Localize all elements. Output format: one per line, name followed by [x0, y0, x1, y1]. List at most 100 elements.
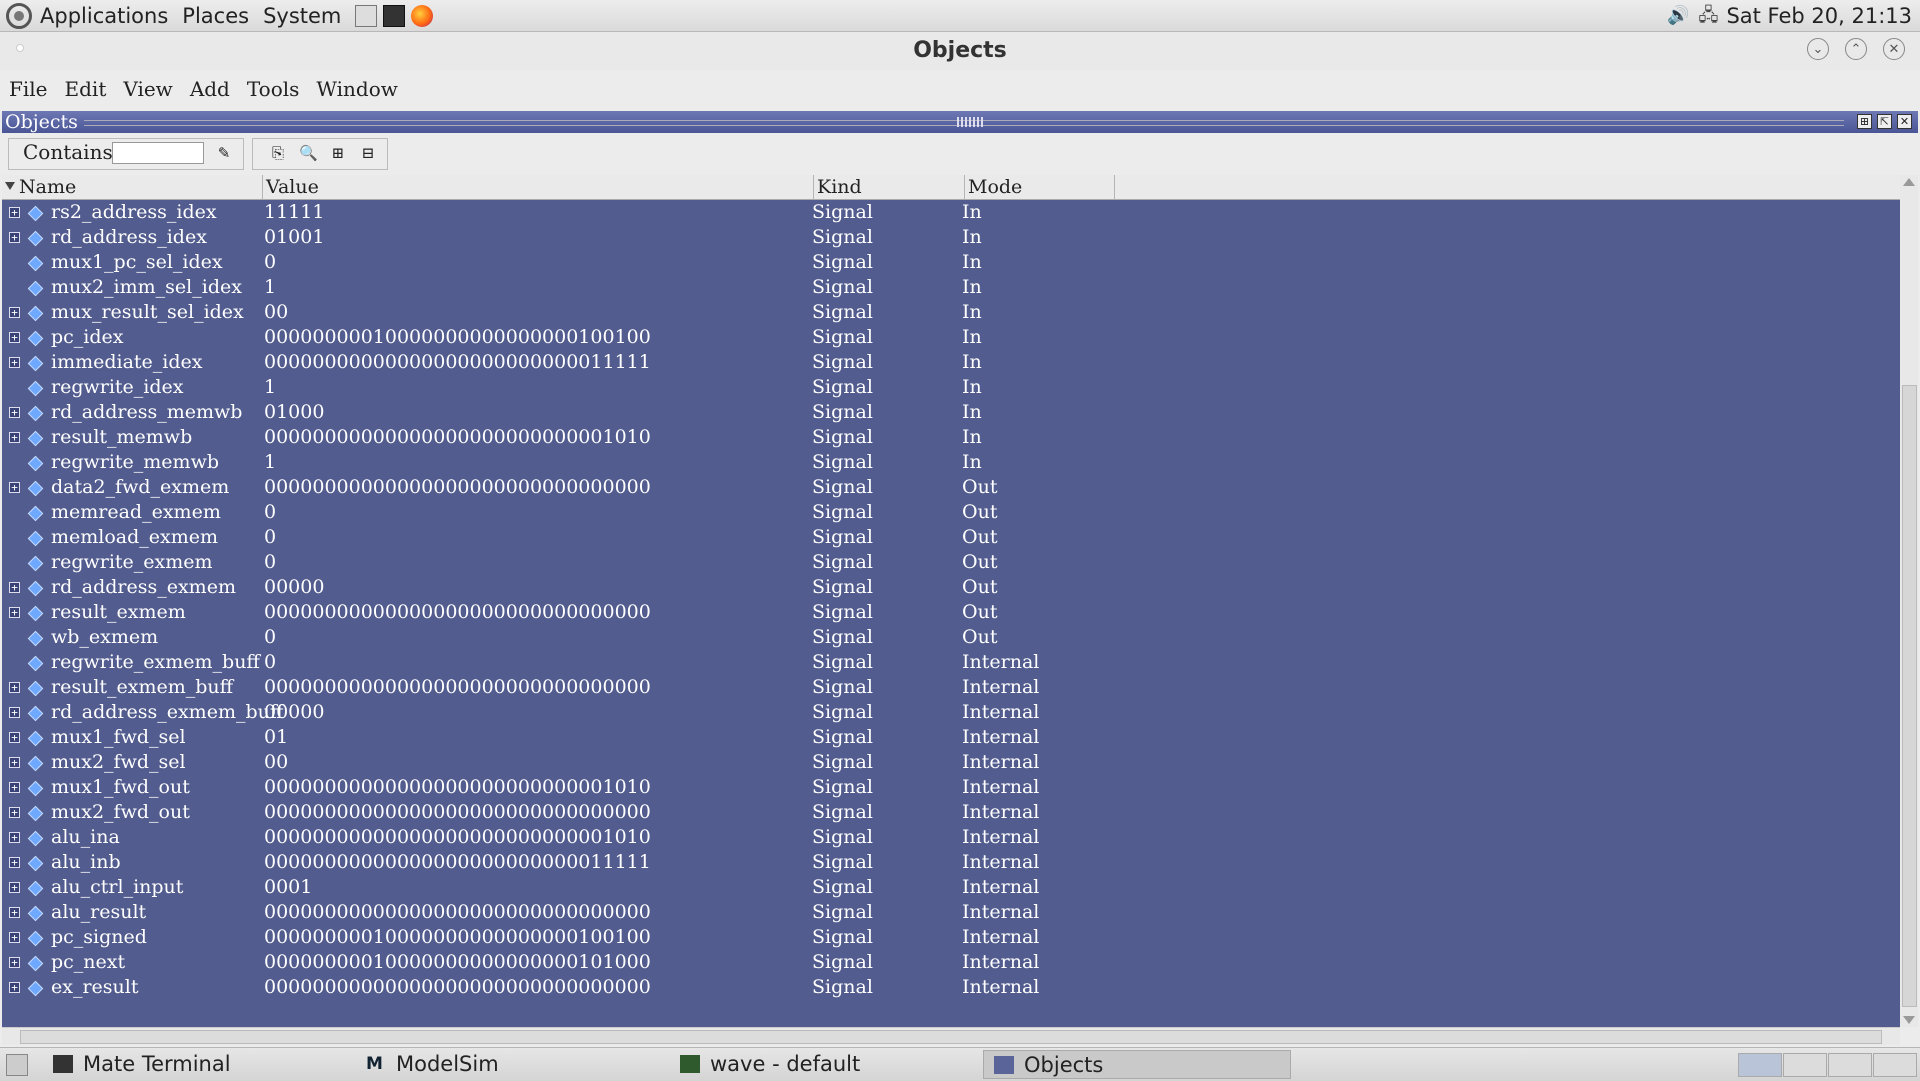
sort-arrow-icon[interactable]	[5, 182, 15, 190]
pane-drag-handle[interactable]	[957, 117, 983, 127]
minimize-button[interactable]: ⌄	[1807, 38, 1829, 60]
expand-icon[interactable]: +	[9, 482, 20, 493]
expand-icon[interactable]: +	[9, 407, 20, 418]
table-row[interactable]: + result_exmem 000000000000000000000000000…	[2, 600, 1900, 625]
menu-file[interactable]: File	[9, 77, 48, 101]
table-row[interactable]: mux2_imm_sel_idex 1 Signal In	[2, 275, 1900, 300]
expand-icon[interactable]: +	[9, 307, 20, 318]
places-menu[interactable]: Places	[182, 4, 249, 28]
menu-window[interactable]: Window	[316, 77, 397, 101]
table-row[interactable]: regwrite_idex 1 Signal In	[2, 375, 1900, 400]
mate-logo-icon[interactable]	[6, 2, 32, 29]
column-kind[interactable]: Kind	[814, 175, 965, 199]
task-wave-default[interactable]: wave - default	[670, 1050, 980, 1079]
vertical-scroll-thumb[interactable]	[1902, 385, 1917, 1007]
table-row[interactable]: + alu_inb 00000000000000000000000000011111…	[2, 850, 1900, 875]
menu-tools[interactable]: Tools	[247, 77, 300, 101]
find-icon[interactable]: 🔍	[299, 144, 318, 162]
copy-icon[interactable]: ⎘	[269, 144, 287, 162]
expand-icon[interactable]: +	[9, 207, 20, 218]
table-row[interactable]: regwrite_exmem_buff 0 Signal Internal	[2, 650, 1900, 675]
workspace-1[interactable]	[1738, 1053, 1782, 1077]
expand-icon[interactable]: +	[9, 782, 20, 793]
pane-dock-icon[interactable]: ⊞	[1857, 114, 1872, 129]
firefox-launcher-icon[interactable]	[411, 4, 434, 27]
network-icon[interactable]: 🖧	[1696, 5, 1720, 27]
table-row[interactable]: + mux2_fwd_sel 00 Signal Internal	[2, 750, 1900, 775]
expand-icon[interactable]: +	[9, 682, 20, 693]
menu-view[interactable]: View	[123, 77, 172, 101]
table-row[interactable]: regwrite_exmem 0 Signal Out	[2, 550, 1900, 575]
task-objects[interactable]: Objects	[983, 1050, 1291, 1079]
expand-icon[interactable]: +	[9, 832, 20, 843]
terminal-launcher-icon[interactable]	[383, 4, 406, 27]
table-row[interactable]: + rd_address_exmem 00000 Signal Out	[2, 575, 1900, 600]
menu-edit[interactable]: Edit	[65, 77, 107, 101]
expand-icon[interactable]: +	[9, 907, 20, 918]
table-row[interactable]: + mux1_fwd_out 000000000000000000000000000…	[2, 775, 1900, 800]
horizontal-scroll-thumb[interactable]	[20, 1030, 1882, 1044]
file-manager-launcher-icon[interactable]	[355, 4, 378, 27]
maximize-button[interactable]: ⌃	[1845, 38, 1867, 60]
table-row[interactable]: + rs2_address_idex 11111 Signal In	[2, 200, 1900, 225]
window-menu-icon[interactable]	[16, 44, 24, 52]
table-row[interactable]: + result_exmem_buff 0000000000000000000000…	[2, 675, 1900, 700]
volume-icon[interactable]: 🔊	[1666, 5, 1690, 27]
table-row[interactable]: + data2_fwd_exmem 000000000000000000000000…	[2, 475, 1900, 500]
expand-icon[interactable]: +	[9, 332, 20, 343]
expand-icon[interactable]: +	[9, 732, 20, 743]
column-mode[interactable]: Mode	[965, 175, 1115, 199]
clear-filter-icon[interactable]: ✎	[215, 144, 233, 162]
table-row[interactable]: + mux2_fwd_out 000000000000000000000000000…	[2, 800, 1900, 825]
table-row[interactable]: + alu_ctrl_input 0001 Signal Internal	[2, 875, 1900, 900]
system-menu[interactable]: System	[263, 4, 341, 28]
expand-icon[interactable]: +	[9, 357, 20, 368]
table-row[interactable]: regwrite_memwb 1 Signal In	[2, 450, 1900, 475]
clock[interactable]: Sat Feb 20, 21:13	[1726, 4, 1912, 28]
table-row[interactable]: memload_exmem 0 Signal Out	[2, 525, 1900, 550]
table-row[interactable]: + rd_address_memwb 01000 Signal In	[2, 400, 1900, 425]
expand-icon[interactable]: +	[9, 807, 20, 818]
table-row[interactable]: + immediate_idex 0000000000000000000000000…	[2, 350, 1900, 375]
objects-pane-header[interactable]: Objects ⊞ ⇱ ✕	[2, 111, 1918, 133]
workspace-2[interactable]	[1783, 1053, 1827, 1077]
scroll-down-icon[interactable]	[1903, 1016, 1915, 1024]
pane-undock-icon[interactable]: ⇱	[1877, 114, 1892, 129]
expand-icon[interactable]: +	[9, 982, 20, 993]
expand-icon[interactable]: +	[9, 932, 20, 943]
pane-close-icon[interactable]: ✕	[1897, 114, 1912, 129]
table-row[interactable]: + alu_ina 00000000000000000000000000001010…	[2, 825, 1900, 850]
horizontal-scrollbar[interactable]	[2, 1027, 1900, 1045]
expand-all-icon[interactable]: ⊞	[329, 144, 347, 162]
table-row[interactable]: + alu_result 00000000000000000000000000000…	[2, 900, 1900, 925]
table-row[interactable]: mux1_pc_sel_idex 0 Signal In	[2, 250, 1900, 275]
contains-filter-input[interactable]	[112, 142, 204, 164]
task-mate-terminal[interactable]: Mate Terminal	[43, 1050, 353, 1079]
expand-icon[interactable]: +	[9, 707, 20, 718]
workspace-4[interactable]	[1873, 1053, 1917, 1077]
expand-icon[interactable]: +	[9, 582, 20, 593]
table-row[interactable]: + mux1_fwd_sel 01 Signal Internal	[2, 725, 1900, 750]
table-row[interactable]: + mux_result_sel_idex 00 Signal In	[2, 300, 1900, 325]
expand-icon[interactable]: +	[9, 757, 20, 768]
scroll-up-icon[interactable]	[1903, 178, 1915, 186]
expand-icon[interactable]: +	[9, 607, 20, 618]
table-row[interactable]: + result_memwb 000000000000000000000000000…	[2, 425, 1900, 450]
table-row[interactable]: + rd_address_idex 01001 Signal In	[2, 225, 1900, 250]
workspace-3[interactable]	[1828, 1053, 1872, 1077]
menu-add[interactable]: Add	[190, 77, 230, 101]
table-row[interactable]: + rd_address_exmem_buff 00000 Signal Interna…	[2, 700, 1900, 725]
expand-icon[interactable]: +	[9, 432, 20, 443]
expand-icon[interactable]: +	[9, 232, 20, 243]
table-row[interactable]: + pc_idex 00000000010000000000000000100100…	[2, 325, 1900, 350]
vertical-scrollbar[interactable]	[1900, 175, 1918, 1027]
column-name[interactable]: Name	[2, 175, 263, 199]
window-title-bar[interactable]: Objects ⌄ ⌃ ✕	[0, 32, 1920, 70]
applications-menu[interactable]: Applications	[40, 4, 168, 28]
show-desktop-icon[interactable]	[6, 1054, 28, 1076]
expand-icon[interactable]: +	[9, 882, 20, 893]
table-row[interactable]: memread_exmem 0 Signal Out	[2, 500, 1900, 525]
table-row[interactable]: + pc_next 00000000010000000000000000101000…	[2, 950, 1900, 975]
table-row[interactable]: wb_exmem 0 Signal Out	[2, 625, 1900, 650]
table-row[interactable]: + pc_signed 000000000100000000000000001001…	[2, 925, 1900, 950]
